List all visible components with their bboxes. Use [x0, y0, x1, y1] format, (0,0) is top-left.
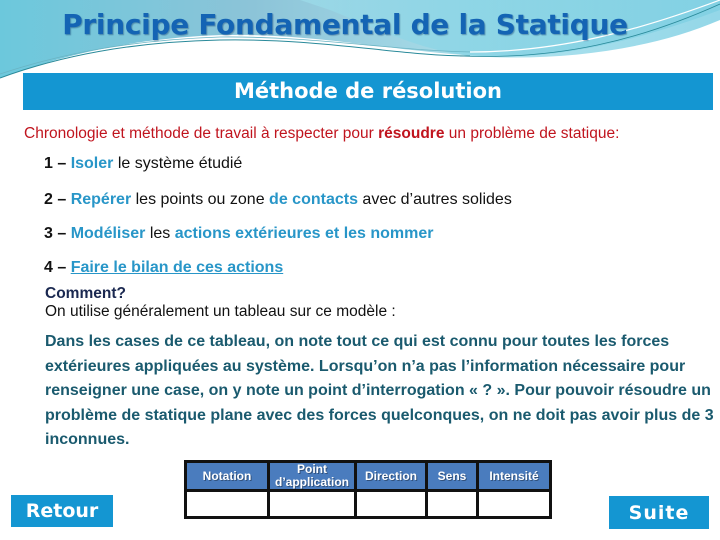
bilan-table: Notation Point d’application Direction Se… — [184, 460, 552, 519]
table-cell — [354, 489, 428, 519]
comment-heading: Comment? — [45, 285, 126, 302]
step-1: 1 – Isoler le système étudié — [44, 155, 242, 173]
step-keyword: Isoler — [70, 155, 114, 172]
step-number: 4 – — [44, 259, 71, 276]
step-text: le système étudié — [113, 155, 243, 172]
step-text: les points ou zone — [131, 191, 270, 208]
table-row — [184, 489, 552, 519]
intro-text: Chronologie et méthode de travail à resp… — [24, 125, 619, 143]
step-text: les — [145, 225, 175, 242]
explanation-paragraph: Dans les cases de ce tableau, on note to… — [45, 333, 714, 448]
next-button[interactable]: Suite — [609, 496, 709, 529]
step-4: 4 – Faire le bilan de ces actions — [44, 259, 283, 277]
step-number: 1 – — [44, 155, 71, 172]
table-cell — [425, 489, 479, 519]
usage-text: On utilise généralement un tableau sur c… — [45, 303, 396, 320]
step-text: avec d’autres solides — [357, 191, 512, 208]
step-keyword: actions extérieures et les nommer — [174, 225, 434, 242]
column-header-sens: Sens — [425, 460, 479, 492]
column-header-notation: Notation — [184, 460, 270, 492]
intro-emphasis: résoudre — [378, 125, 445, 142]
step-number: 2 – — [44, 191, 71, 208]
intro-after: un problème de statique: — [444, 125, 620, 142]
back-button[interactable]: Retour — [11, 495, 113, 527]
step-3: 3 – Modéliser les actions extérieures et… — [44, 225, 434, 243]
section-banner: Méthode de résolution — [23, 73, 713, 110]
step-keyword: Repérer — [70, 191, 132, 208]
step-keyword: Modéliser — [70, 225, 146, 242]
slide-title: Principe Fondamental de la Statique — [62, 8, 628, 41]
column-header-intensite: Intensité — [476, 460, 552, 492]
table-cell — [267, 489, 357, 519]
bilan-link[interactable]: Faire le bilan de ces actions — [71, 259, 284, 276]
intro-before: Chronologie et méthode de travail à resp… — [24, 125, 379, 142]
step-keyword: de contacts — [269, 191, 358, 208]
column-header-direction: Direction — [354, 460, 428, 492]
table-cell — [184, 489, 270, 519]
step-number: 3 – — [44, 225, 71, 242]
column-header-point-application: Point d’application — [267, 460, 357, 492]
table-cell — [476, 489, 552, 519]
step-2: 2 – Repérer les points ou zone de contac… — [44, 191, 512, 209]
table-header-row: Notation Point d’application Direction Se… — [184, 460, 552, 492]
